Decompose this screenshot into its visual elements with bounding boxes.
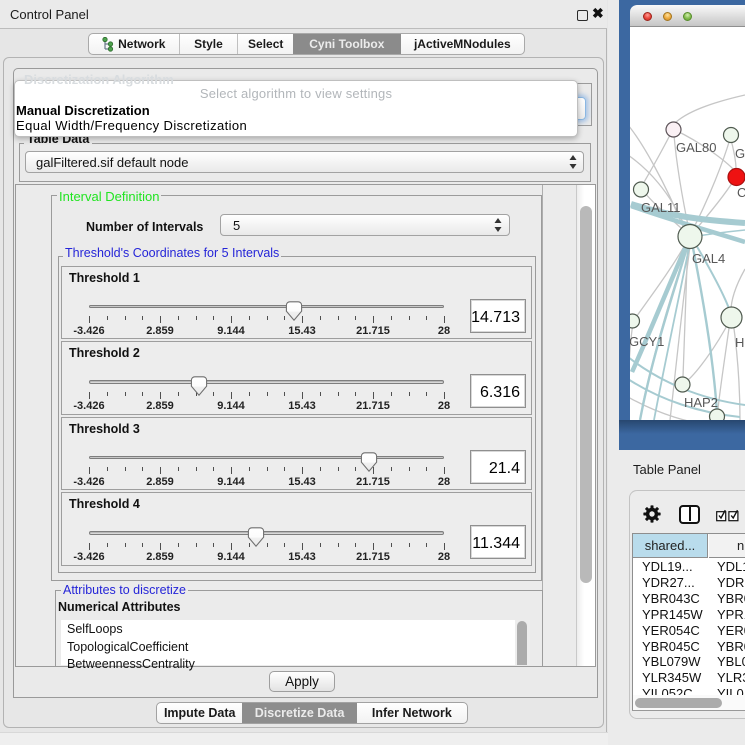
svg-text:GAL11: GAL11 [641, 200, 681, 215]
svg-text:GCY1: GCY1 [630, 334, 664, 349]
svg-text:HAP2: HAP2 [684, 395, 718, 410]
svg-text:HI: HI [735, 335, 745, 350]
svg-text:GAL4: GAL4 [692, 251, 725, 266]
svg-text:GAL80: GAL80 [676, 140, 716, 155]
svg-text:GA: GA [735, 146, 745, 161]
svg-text:CA: CA [737, 185, 745, 200]
